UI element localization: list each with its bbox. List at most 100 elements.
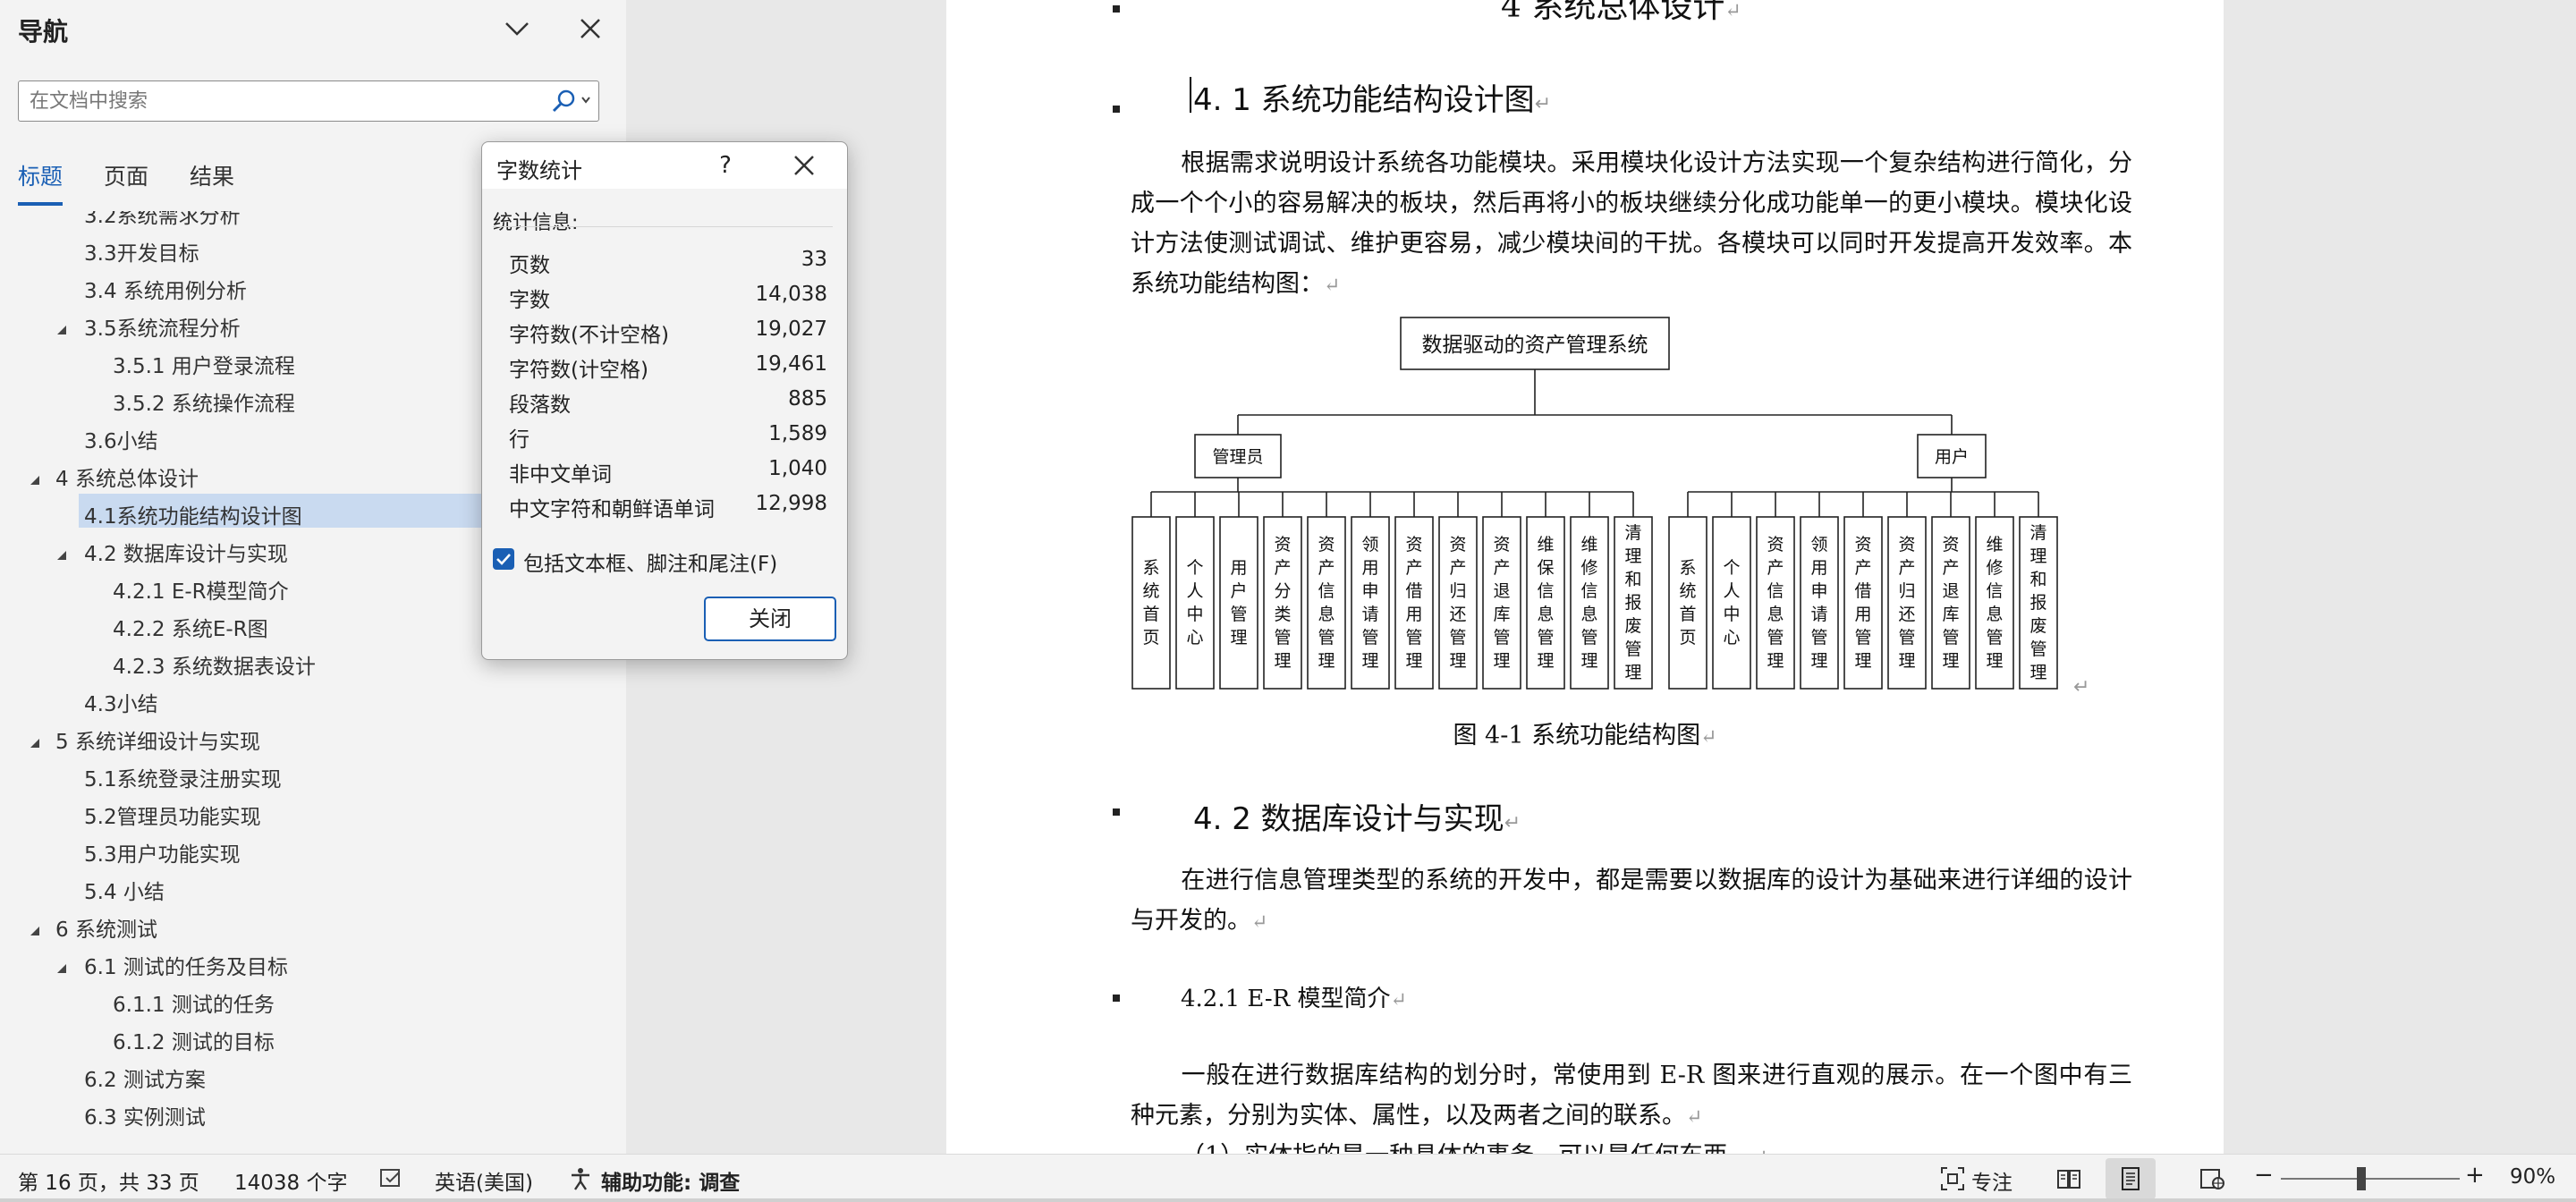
zoom-slider-thumb[interactable] bbox=[2357, 1167, 2366, 1190]
nav-heading-label: 4.2.3 系统数据表设计 bbox=[113, 656, 316, 679]
nav-heading-label: 5 系统详细设计与实现 bbox=[55, 731, 260, 754]
expanded-triangle-icon[interactable] bbox=[55, 544, 68, 560]
expanded-triangle-icon[interactable] bbox=[55, 318, 68, 334]
search-icon[interactable] bbox=[545, 85, 595, 117]
nav-heading-label: 6 系统测试 bbox=[55, 918, 157, 942]
statistic-row: 页数 33 bbox=[509, 242, 827, 277]
diagram-group-label: 管理员 bbox=[1212, 447, 1263, 467]
nav-heading-label: 3.3开发目标 bbox=[84, 242, 199, 266]
diagram-leaf-box bbox=[1668, 516, 1707, 690]
nav-heading-label: 6.3 实例测试 bbox=[84, 1106, 206, 1130]
nav-heading-item[interactable]: 5.4 小结 bbox=[0, 869, 626, 907]
read-mode-icon[interactable] bbox=[2055, 1165, 2082, 1192]
diagram-leaf-label: 清理和报废管理 bbox=[1624, 523, 1641, 682]
zoom-out-button[interactable]: − bbox=[2254, 1162, 2274, 1189]
paragraph-mark-bullet bbox=[1113, 5, 1120, 13]
accessibility-icon[interactable] bbox=[567, 1165, 594, 1192]
nav-heading-item[interactable]: 6 系统测试 bbox=[0, 907, 626, 944]
nav-heading-item[interactable]: 5.2管理员功能实现 bbox=[0, 794, 626, 832]
dialog-title: 字数统计 bbox=[496, 158, 582, 183]
nav-heading-label: 4.3小结 bbox=[84, 693, 158, 716]
nav-heading-label: 3.5系统流程分析 bbox=[84, 317, 241, 341]
statistic-row: 中文字符和朝鲜语单词 12,998 bbox=[509, 487, 827, 521]
status-bar: 第 16 页，共 33 页 14038 个字 英语(美国) 辅助功能: 调查 专… bbox=[0, 1154, 2576, 1202]
nav-heading-label: 3.6小结 bbox=[84, 430, 158, 453]
expanded-triangle-icon[interactable] bbox=[29, 469, 41, 485]
nav-heading-label: 3.5.2 系统操作流程 bbox=[113, 393, 295, 416]
statistic-value: 1,589 bbox=[768, 422, 827, 445]
include-textboxes-checkbox[interactable]: 包括文本框、脚注和尾注(F) bbox=[493, 543, 833, 576]
nav-pane-title: 导航 bbox=[18, 17, 69, 47]
expanded-triangle-icon[interactable] bbox=[29, 732, 41, 748]
diagram-group-label: 用户 bbox=[1935, 447, 1969, 467]
diagram-leaf-label: 清理和报废管理 bbox=[2029, 523, 2046, 682]
accessibility-status[interactable]: 辅助功能: 调查 bbox=[601, 1165, 740, 1196]
figure-caption: 图 4-1 系统功能结构图↵ bbox=[1453, 722, 1717, 749]
statistic-label: 字符数(计空格) bbox=[509, 359, 648, 382]
section-heading-4-2: 4. 2 数据库设计与实现↵ bbox=[1193, 801, 1521, 837]
language-status[interactable]: 英语(美国) bbox=[435, 1165, 533, 1196]
dialog-titlebar[interactable]: 字数统计 ? bbox=[482, 142, 847, 189]
nav-heading-label: 4.2.1 E-R模型简介 bbox=[113, 580, 289, 604]
dialog-close-icon[interactable] bbox=[786, 149, 822, 182]
nav-heading-item[interactable]: 6.1.2 测试的目标 bbox=[0, 1020, 626, 1057]
zoom-level[interactable]: 90% bbox=[2510, 1165, 2555, 1189]
tab-results[interactable]: 结果 bbox=[190, 159, 234, 191]
zoom-slider[interactable] bbox=[2281, 1178, 2460, 1180]
focus-mode-icon[interactable] bbox=[1939, 1165, 1966, 1192]
nav-heading-item[interactable]: 6.2 测试方案 bbox=[0, 1057, 626, 1095]
section-heading-4-2-1: 4.2.1 E-R 模型简介↵ bbox=[1181, 986, 1407, 1012]
nav-heading-item[interactable]: 5 系统详细设计与实现 bbox=[0, 719, 626, 757]
proofing-icon[interactable] bbox=[377, 1165, 404, 1192]
statistic-value: 12,998 bbox=[755, 492, 827, 515]
nav-heading-item[interactable]: 5.1系统登录注册实现 bbox=[0, 757, 626, 794]
zoom-in-button[interactable]: + bbox=[2465, 1162, 2485, 1189]
page-number-status[interactable]: 第 16 页，共 33 页 bbox=[18, 1165, 199, 1196]
tab-headings[interactable]: 标题 bbox=[18, 159, 63, 191]
help-button[interactable]: ? bbox=[708, 149, 743, 182]
paragraph-mark-bullet bbox=[1113, 106, 1120, 113]
diagram-leaf-box bbox=[1175, 516, 1215, 690]
function-structure-diagram: 数据驱动的资产管理系统管理员系统首页个人中心用户管理资产分类管理资产信息管理领用… bbox=[1131, 317, 2058, 690]
nav-heading-item[interactable]: 6.3 实例测试 bbox=[0, 1095, 626, 1132]
nav-search-input[interactable] bbox=[30, 87, 539, 115]
word-count-status[interactable]: 14038 个字 bbox=[234, 1165, 347, 1196]
nav-heading-label: 6.2 测试方案 bbox=[84, 1069, 206, 1092]
focus-mode-label[interactable]: 专注 bbox=[1971, 1165, 2012, 1196]
expanded-triangle-icon[interactable] bbox=[29, 919, 41, 935]
statistic-label: 中文字符和朝鲜语单词 bbox=[509, 498, 715, 521]
nav-heading-item[interactable]: 5.3用户功能实现 bbox=[0, 832, 626, 869]
statistic-value: 1,040 bbox=[768, 457, 827, 480]
paragraph-module-intro: 根据需求说明设计系统各功能模块。采用模块化设计方法实现一个复杂结构进行简化，分成… bbox=[1131, 149, 2132, 298]
paragraph-db-intro: 在进行信息管理类型的系统的开发中，都是需要以数据库的设计为基础来进行详细的设计与… bbox=[1131, 867, 2132, 935]
nav-heading-item[interactable]: 6.1 测试的任务及目标 bbox=[0, 944, 626, 982]
statistics-label: 统计信息: bbox=[493, 212, 579, 234]
nav-close-icon[interactable] bbox=[572, 11, 608, 47]
nav-heading-item[interactable]: 6.1.1 测试的任务 bbox=[0, 982, 626, 1020]
document-page[interactable]: 4 系统总体设计↵ 4. 1 系统功能结构设计图↵ 根据需求说明设计系统各功能模… bbox=[946, 0, 2224, 1154]
nav-options-chevron-icon[interactable] bbox=[499, 11, 535, 47]
paragraph-er-intro: 一般在进行数据库结构的划分时，常使用到 E-R 图来进行直观的展示。在一个图中有… bbox=[1131, 1062, 2132, 1130]
statistic-value: 33 bbox=[801, 248, 827, 271]
diagram-paragraph-mark: ↵ bbox=[2073, 676, 2090, 698]
nav-heading-label: 5.4 小结 bbox=[84, 881, 165, 904]
checkbox-checked-icon[interactable] bbox=[493, 548, 514, 570]
print-layout-button[interactable] bbox=[2106, 1158, 2156, 1199]
paragraph-mark-bullet bbox=[1113, 995, 1120, 1002]
nav-heading-label: 6.1.2 测试的目标 bbox=[113, 1031, 275, 1054]
statistic-label: 非中文单词 bbox=[509, 463, 612, 487]
statistic-row: 字数 14,038 bbox=[509, 277, 827, 312]
nav-heading-label: 5.1系统登录注册实现 bbox=[84, 768, 282, 791]
print-layout-icon bbox=[2117, 1165, 2144, 1198]
nav-heading-item[interactable]: 4.3小结 bbox=[0, 681, 626, 719]
word-count-dialog: 字数统计 ? 统计信息: 包括文本框、脚注和尾注(F) 关闭 页数 33 字数 14,… bbox=[481, 141, 848, 660]
web-layout-icon[interactable] bbox=[2199, 1165, 2225, 1192]
nav-heading-label: 4.2.2 系统E-R图 bbox=[113, 618, 268, 641]
close-button[interactable]: 关闭 bbox=[704, 597, 836, 641]
statistic-label: 行 bbox=[509, 428, 530, 452]
tab-pages[interactable]: 页面 bbox=[104, 159, 148, 191]
divider bbox=[493, 226, 833, 227]
expanded-triangle-icon[interactable] bbox=[55, 957, 68, 973]
statistic-row: 行 1,589 bbox=[509, 417, 827, 452]
statistic-label: 段落数 bbox=[509, 394, 571, 417]
